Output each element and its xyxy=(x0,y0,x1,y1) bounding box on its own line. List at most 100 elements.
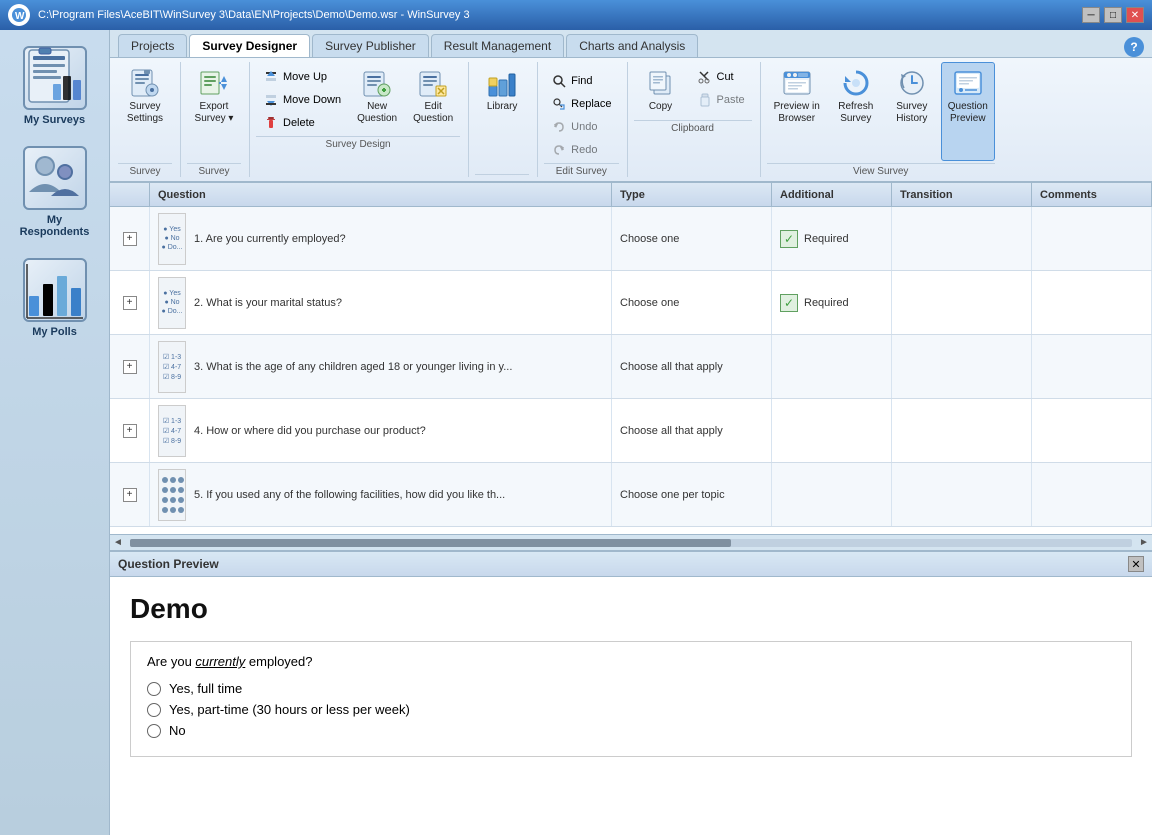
col-type: Type xyxy=(612,183,772,206)
ribbon-group-label-view-survey: View Survey xyxy=(767,163,995,177)
expand-button[interactable]: + xyxy=(123,232,137,246)
tab-projects[interactable]: Projects xyxy=(118,34,187,57)
table-row[interactable]: + ● Yes ● No ● Do... 1. Are you currentl… xyxy=(110,207,1152,271)
new-question-button[interactable]: NewQuestion xyxy=(350,62,404,130)
help-icon[interactable]: ? xyxy=(1124,37,1144,57)
cut-icon xyxy=(697,69,713,85)
sidebar-item-my-respondents[interactable]: My Respondents xyxy=(7,138,103,246)
delete-button[interactable]: Delete xyxy=(256,112,348,134)
table-row[interactable]: + ☑ 1-3 ☑ 4-7 ☑ 8-9 3. What is the age o… xyxy=(110,335,1152,399)
tab-bar: Projects Survey Designer Survey Publishe… xyxy=(110,30,1152,58)
table-row[interactable]: + ☑ 1-3 ☑ 4-7 ☑ 8-9 4. How or where did … xyxy=(110,399,1152,463)
export-survey-button[interactable]: ExportSurvey ▾ xyxy=(187,62,241,161)
redo-button[interactable]: Redo xyxy=(544,139,618,161)
radio-input[interactable] xyxy=(147,703,161,717)
required-checkbox: ✓ xyxy=(780,294,798,312)
export-survey-icon xyxy=(198,67,230,99)
ribbon-group-label-clipboard: Clipboard xyxy=(634,120,752,134)
sidebar: My Surveys My Respondents xyxy=(0,30,110,835)
cut-label: Cut xyxy=(717,71,734,83)
survey-settings-label: SurveySettings xyxy=(127,101,163,125)
preview-panel: Question Preview ✕ Demo Are you currentl… xyxy=(110,550,1152,835)
sidebar-item-my-polls[interactable]: My Polls xyxy=(7,250,103,346)
radio-input[interactable] xyxy=(147,724,161,738)
delete-label: Delete xyxy=(283,117,315,129)
preview-browser-button[interactable]: Preview inBrowser xyxy=(767,62,827,161)
row5-type: Choose one per topic xyxy=(612,463,772,526)
undo-icon xyxy=(551,119,567,135)
library-icon xyxy=(486,67,518,99)
refresh-survey-button[interactable]: RefreshSurvey xyxy=(829,62,883,161)
minimize-button[interactable]: ─ xyxy=(1082,7,1100,23)
col-expand xyxy=(110,183,150,206)
row1-question: ● Yes ● No ● Do... 1. Are you currently … xyxy=(150,207,612,270)
ribbon-group-label-survey: Survey xyxy=(118,163,172,177)
tab-survey-publisher[interactable]: Survey Publisher xyxy=(312,34,429,57)
question-text-italic: currently xyxy=(195,654,245,669)
survey-table: Question Type Additional Transition Comm… xyxy=(110,183,1152,534)
preview-close-button[interactable]: ✕ xyxy=(1128,556,1144,572)
horizontal-scrollbar[interactable]: ◄ ► xyxy=(110,534,1152,550)
scroll-left-btn[interactable]: ◄ xyxy=(110,537,126,548)
edit-question-button[interactable]: EditQuestion xyxy=(406,62,460,130)
scroll-right-btn[interactable]: ► xyxy=(1136,537,1152,548)
redo-label: Redo xyxy=(571,144,597,156)
survey-settings-icon xyxy=(129,67,161,99)
tab-result-management[interactable]: Result Management xyxy=(431,34,564,57)
ribbon-group-label-design: Survey Design xyxy=(256,136,460,150)
window-title: C:\Program Files\AceBIT\WinSurvey 3\Data… xyxy=(38,9,470,21)
title-bar: W C:\Program Files\AceBIT\WinSurvey 3\Da… xyxy=(0,0,1152,30)
restore-button[interactable]: □ xyxy=(1104,7,1122,23)
refresh-survey-label: RefreshSurvey xyxy=(838,101,873,125)
row2-type: Choose one xyxy=(612,271,772,334)
replace-button[interactable]: Replace xyxy=(544,93,618,115)
row1-transition xyxy=(892,207,1032,270)
refresh-icon xyxy=(840,67,872,99)
preview-panel-title: Question Preview xyxy=(118,557,219,571)
row2-additional: ✓ Required xyxy=(772,271,892,334)
clipboard-small-group: Cut Paste xyxy=(690,62,752,111)
option-label: Yes, part-time (30 hours or less per wee… xyxy=(169,702,410,717)
close-button[interactable]: ✕ xyxy=(1126,7,1144,23)
survey-settings-button[interactable]: SurveySettings xyxy=(118,62,172,161)
expand-button[interactable]: + xyxy=(123,296,137,310)
ribbon-group-label-edit-survey: Edit Survey xyxy=(544,163,618,177)
col-transition: Transition xyxy=(892,183,1032,206)
tab-survey-designer[interactable]: Survey Designer xyxy=(189,34,310,57)
table-row[interactable]: + ● Yes ● No ● Do... 2. What is your mar… xyxy=(110,271,1152,335)
expand-button[interactable]: + xyxy=(123,488,137,502)
survey-history-button[interactable]: SurveyHistory xyxy=(885,62,939,161)
paste-button[interactable]: Paste xyxy=(690,89,752,111)
ribbon-group-label-library xyxy=(475,174,529,177)
option-label: Yes, full time xyxy=(169,681,242,696)
sidebar-item-label-polls: My Polls xyxy=(32,326,77,338)
preview-question-text: Are you currently employed? xyxy=(147,654,1115,669)
tab-charts-analysis[interactable]: Charts and Analysis xyxy=(566,34,698,57)
preview-panel-header: Question Preview ✕ xyxy=(110,552,1152,577)
row5-additional xyxy=(772,463,892,526)
table-row[interactable]: + xyxy=(110,463,1152,527)
question-preview-icon xyxy=(952,67,984,99)
radio-option: No xyxy=(147,723,1115,738)
find-button[interactable]: Find xyxy=(544,70,618,92)
copy-button[interactable]: Copy xyxy=(634,62,688,118)
sidebar-item-my-surveys[interactable]: My Surveys xyxy=(7,38,103,134)
radio-input[interactable] xyxy=(147,682,161,696)
row1-expand: + xyxy=(110,207,150,270)
row3-expand: + xyxy=(110,335,150,398)
question-preview-button[interactable]: QuestionPreview xyxy=(941,62,995,161)
undo-button[interactable]: Undo xyxy=(544,116,618,138)
expand-button[interactable]: + xyxy=(123,424,137,438)
row4-comments xyxy=(1032,399,1152,462)
move-down-button[interactable]: Move Down xyxy=(256,89,348,111)
expand-button[interactable]: + xyxy=(123,360,137,374)
edit-question-label: EditQuestion xyxy=(413,101,453,125)
window-controls: ─ □ ✕ xyxy=(1082,7,1144,23)
cut-button[interactable]: Cut xyxy=(690,66,752,88)
library-label: Library xyxy=(487,101,518,113)
library-button[interactable]: Library xyxy=(475,62,529,172)
scrollbar-track[interactable] xyxy=(130,539,1132,547)
copy-label: Copy xyxy=(649,101,672,113)
scrollbar-thumb[interactable] xyxy=(130,539,731,547)
move-up-button[interactable]: Move Up xyxy=(256,66,348,88)
